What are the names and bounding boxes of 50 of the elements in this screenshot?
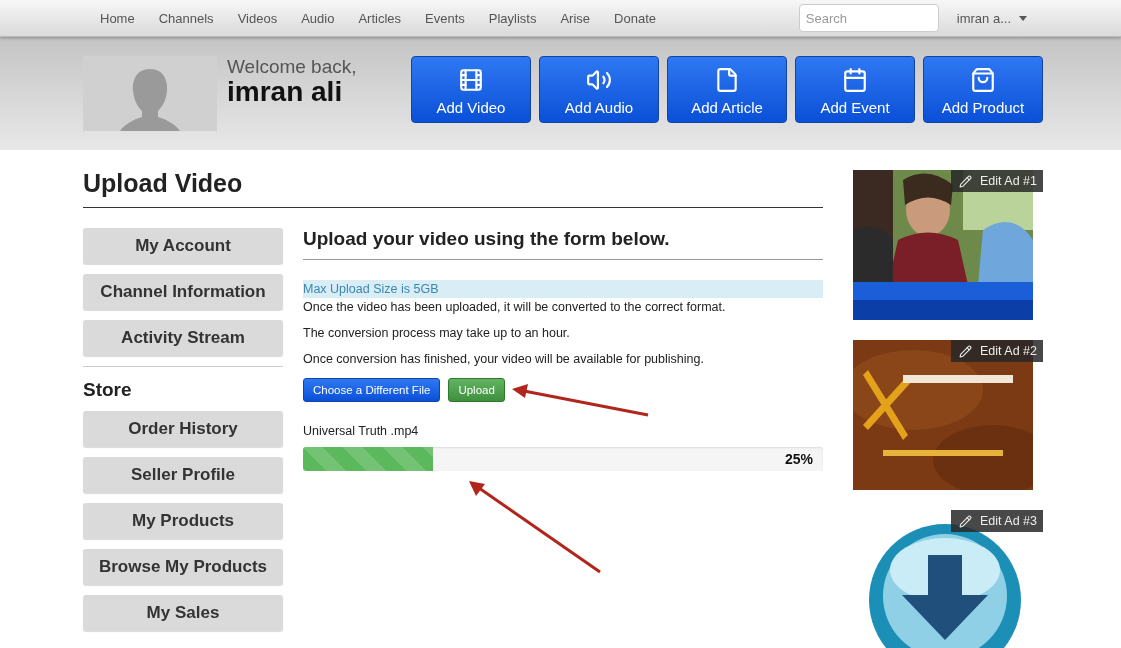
nav-link[interactable]: Donate [614,10,656,26]
sidebar-button[interactable]: Order History [83,411,283,447]
nav-link[interactable]: Playlists [488,10,537,26]
film-icon [458,67,484,93]
pencil-icon [959,344,972,358]
silhouette-icon [120,67,180,131]
store-heading: Store [83,379,133,401]
page-title: Upload Video [83,170,823,208]
sidebar-button[interactable]: Browse My Products [83,549,283,585]
bag-icon [970,67,996,93]
user-name: imran ali [227,77,344,107]
caret-icon [1019,15,1027,21]
nav-link[interactable]: Videos [237,10,278,26]
edit-ad-link[interactable]: Edit Ad #2 [951,340,1043,362]
sidebar-button[interactable]: Seller Profile [83,457,283,493]
nav-link[interactable]: Channels [158,10,214,26]
upload-size-notice: Max Upload Size is 5GB [303,280,823,298]
info-text: Once the video has been uploaded, it will be converted to the correct format. [303,299,727,316]
progress-percent: 25% [784,451,813,467]
upload-heading: Upload your video using the form below. [303,228,823,260]
nav-link[interactable]: Events [425,10,465,26]
edit-ad-link[interactable]: Edit Ad #3 [951,510,1043,532]
nav-link[interactable]: Audio [301,10,335,26]
pencil-icon [959,514,972,528]
upload-button[interactable]: Upload [448,378,505,402]
edit-ad-link[interactable]: Edit Ad #1 [951,170,1043,192]
add-button[interactable]: Add Article [667,56,787,123]
calendar-icon [842,67,868,93]
info-text: The conversion process may take up to an hour. [303,325,571,342]
speaker-icon [586,67,612,93]
add-button[interactable]: Add Product [923,56,1043,123]
sidebar-button[interactable]: My Sales [83,595,283,631]
info-text: Once conversion has finished, your video will be available for publishing. [303,351,705,368]
nav-link[interactable]: Home [100,10,135,26]
add-button[interactable]: Add Event [795,56,915,123]
document-icon [714,67,740,93]
nav-link[interactable]: Articles [358,10,401,26]
choose-file-button[interactable]: Choose a Different File [303,378,441,402]
user-menu[interactable]: imran a... [956,10,1027,26]
sidebar-button[interactable]: My Products [83,503,283,539]
file-name: Universal Truth .mp4 [303,424,420,438]
add-button[interactable]: Add Audio [539,56,659,123]
search-field[interactable]: Search [798,4,939,32]
add-button[interactable]: Add Video [411,56,531,123]
sidebar-button[interactable]: My Account [83,228,283,264]
sidebar-button[interactable]: Activity Stream [83,320,283,356]
sidebar-button[interactable]: Channel Information [83,274,283,310]
nav-link[interactable]: Arise [560,10,591,26]
welcome-greeting: Welcome back, [227,57,357,77]
pencil-icon [959,174,972,188]
